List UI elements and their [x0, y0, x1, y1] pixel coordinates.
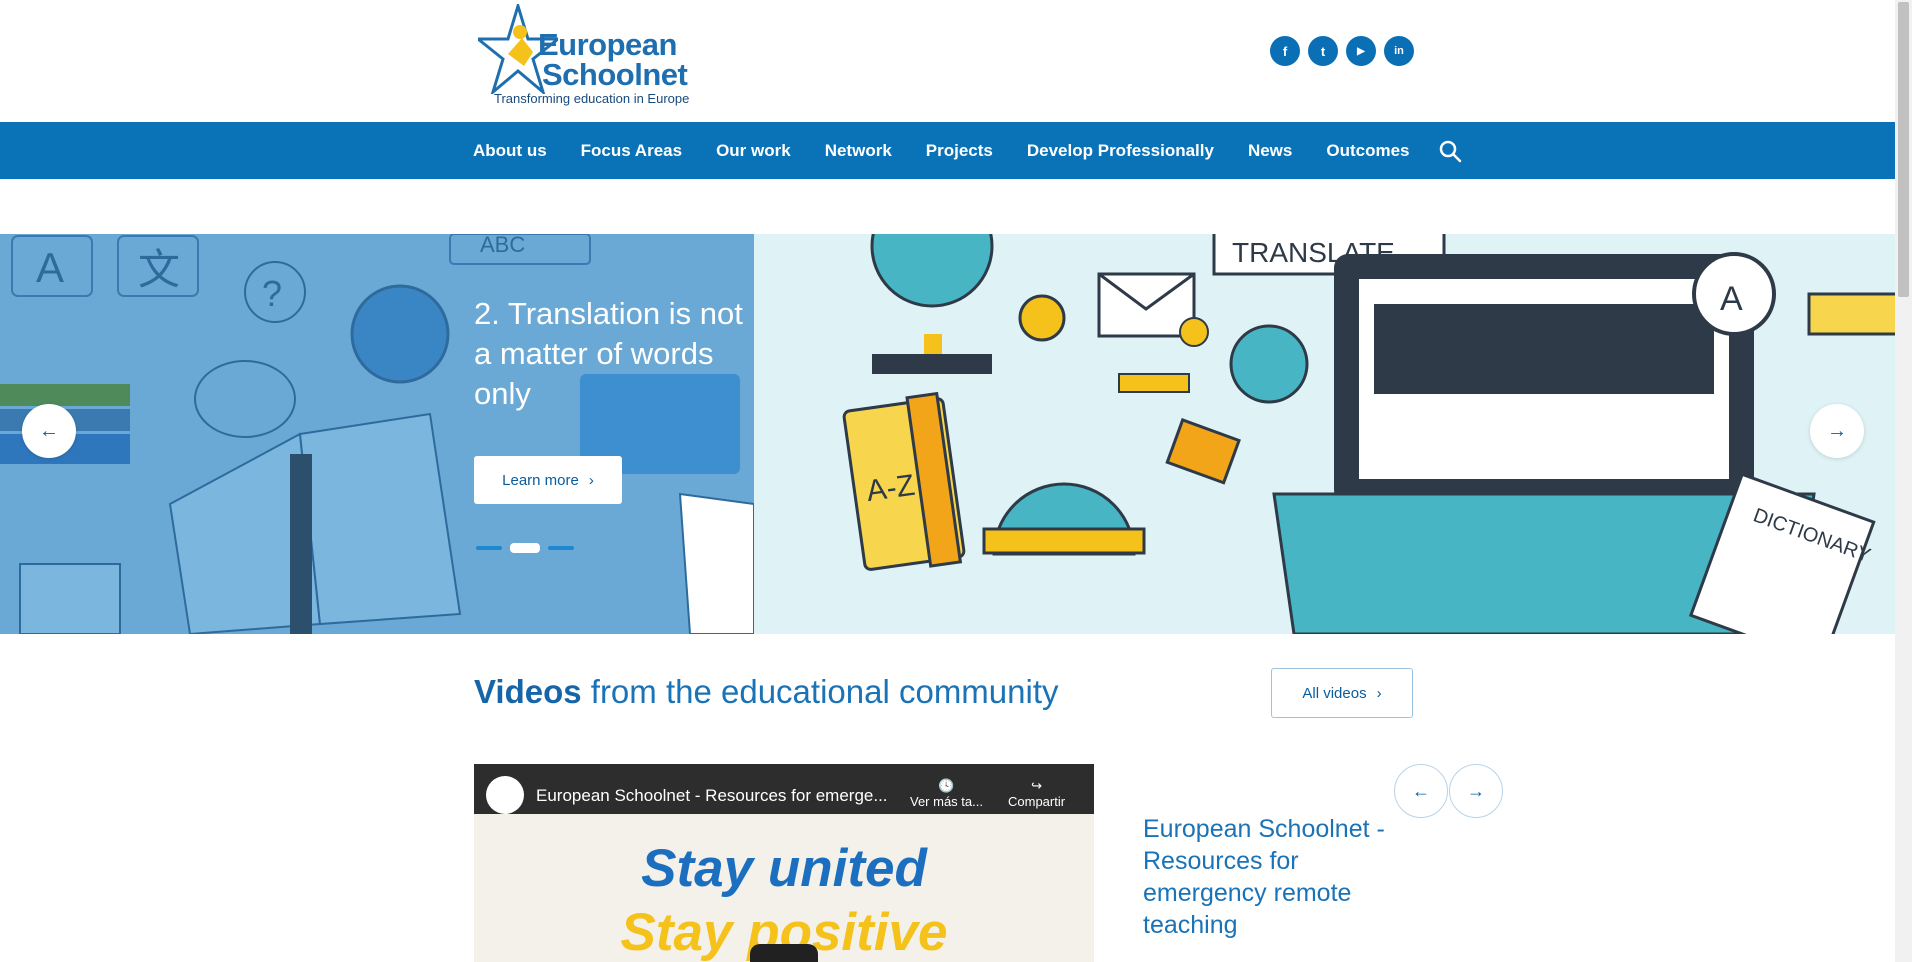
nav-item-projects[interactable]: Projects	[926, 141, 1010, 161]
video-title[interactable]: European Schoolnet - Resources for emerg…	[536, 786, 888, 806]
arrow-left-icon: ←	[1412, 780, 1430, 801]
logo-tagline: Transforming education in Europe	[494, 91, 690, 106]
play-icon[interactable]	[750, 944, 818, 962]
page-scrollbar[interactable]	[1895, 0, 1912, 962]
hero-right-illustration: TRANSLATE... A-Z A DICTIONARY	[842, 234, 1895, 634]
slider-dots	[476, 543, 574, 553]
question-mark-label: ?	[262, 273, 282, 314]
slider-dot-3[interactable]	[548, 546, 574, 550]
scrollbar-thumb[interactable]	[1898, 2, 1909, 297]
arrow-right-icon: →	[1827, 419, 1847, 442]
chevron-right-icon: ›	[588, 471, 594, 489]
learn-more-button[interactable]: Learn more ›	[474, 456, 622, 504]
facebook-icon[interactable]: f	[1270, 36, 1300, 66]
all-videos-label: All videos	[1302, 684, 1367, 702]
site-logo[interactable]: European Schoolnet Transforming educatio…	[478, 4, 714, 112]
video-caption[interactable]: European Schoolnet - Resources for emerg…	[1143, 813, 1413, 941]
arrow-right-icon: →	[1467, 780, 1485, 801]
nav-item-about-us[interactable]: About us	[473, 141, 564, 161]
share-icon: ↪	[1031, 778, 1042, 793]
nav-item-outcomes[interactable]: Outcomes	[1326, 141, 1426, 161]
social-links: f t ▶ in	[1270, 36, 1414, 66]
magnifier-letter-label: A	[1720, 280, 1743, 318]
main-nav: About us Focus Areas Our work Network Pr…	[0, 122, 1895, 179]
hero-left-panel: A 文 ABC ? 2. Translation is not a matter…	[0, 234, 754, 634]
twitter-icon[interactable]: t	[1308, 36, 1338, 66]
video-prev-button[interactable]: ←	[1394, 764, 1448, 818]
search-icon[interactable]	[1438, 139, 1462, 163]
watch-later-label: Ver más ta...	[910, 794, 983, 809]
slider-prev-button[interactable]: ←	[22, 404, 76, 458]
clock-icon: 🕓	[938, 778, 955, 793]
arrow-left-icon: ←	[39, 419, 59, 442]
nav-item-network[interactable]: Network	[825, 141, 909, 161]
logo-line1: European	[538, 27, 677, 62]
video-line1: Stay united	[641, 839, 927, 898]
hero-title: 2. Translation is not a matter of words …	[474, 296, 743, 411]
share-label: Compartir	[1008, 794, 1066, 809]
channel-avatar[interactable]	[486, 776, 524, 814]
nav-item-news[interactable]: News	[1248, 141, 1309, 161]
logo-text: European Schoolnet	[538, 27, 688, 92]
youtube-icon[interactable]: ▶	[1346, 36, 1376, 66]
letter-a-label: A	[36, 244, 64, 291]
hero-slider: A 文 ABC ? 2. Translation is not a matter…	[0, 234, 1895, 634]
learn-more-label: Learn more	[502, 471, 579, 489]
logo-line2: Schoolnet	[542, 57, 688, 92]
nav-items: About us Focus Areas Our work Network Pr…	[473, 122, 1462, 179]
slider-dot-2[interactable]	[510, 543, 540, 553]
watch-later-button[interactable]: 🕓 Ver más ta...	[910, 778, 983, 809]
videos-section-title: Videos from the educational community	[474, 673, 1059, 711]
letter-x-label: 文	[138, 246, 180, 293]
all-videos-button[interactable]: All videos ›	[1271, 668, 1413, 718]
nav-item-focus-areas[interactable]: Focus Areas	[581, 141, 699, 161]
abc-label: ABC	[480, 234, 525, 257]
videos-title-bold: Videos	[474, 673, 582, 710]
slider-dot-1[interactable]	[476, 546, 502, 550]
nav-item-develop-professionally[interactable]: Develop Professionally	[1027, 141, 1231, 161]
videos-title-rest: from the educational community	[581, 673, 1059, 710]
video-next-button[interactable]: →	[1449, 764, 1503, 818]
page: European Schoolnet Transforming educatio…	[0, 0, 1895, 962]
nav-item-our-work[interactable]: Our work	[716, 141, 808, 161]
share-button[interactable]: ↪ Compartir	[1008, 778, 1065, 809]
video-player[interactable]: European Schoolnet - Resources for emerg…	[474, 764, 1094, 962]
chevron-right-icon: ›	[1376, 684, 1382, 702]
linkedin-icon[interactable]: in	[1384, 36, 1414, 66]
slider-next-button[interactable]: →	[1810, 404, 1864, 458]
site-header: European Schoolnet Transforming educatio…	[0, 0, 1895, 122]
az-label: A-Z	[864, 469, 916, 508]
